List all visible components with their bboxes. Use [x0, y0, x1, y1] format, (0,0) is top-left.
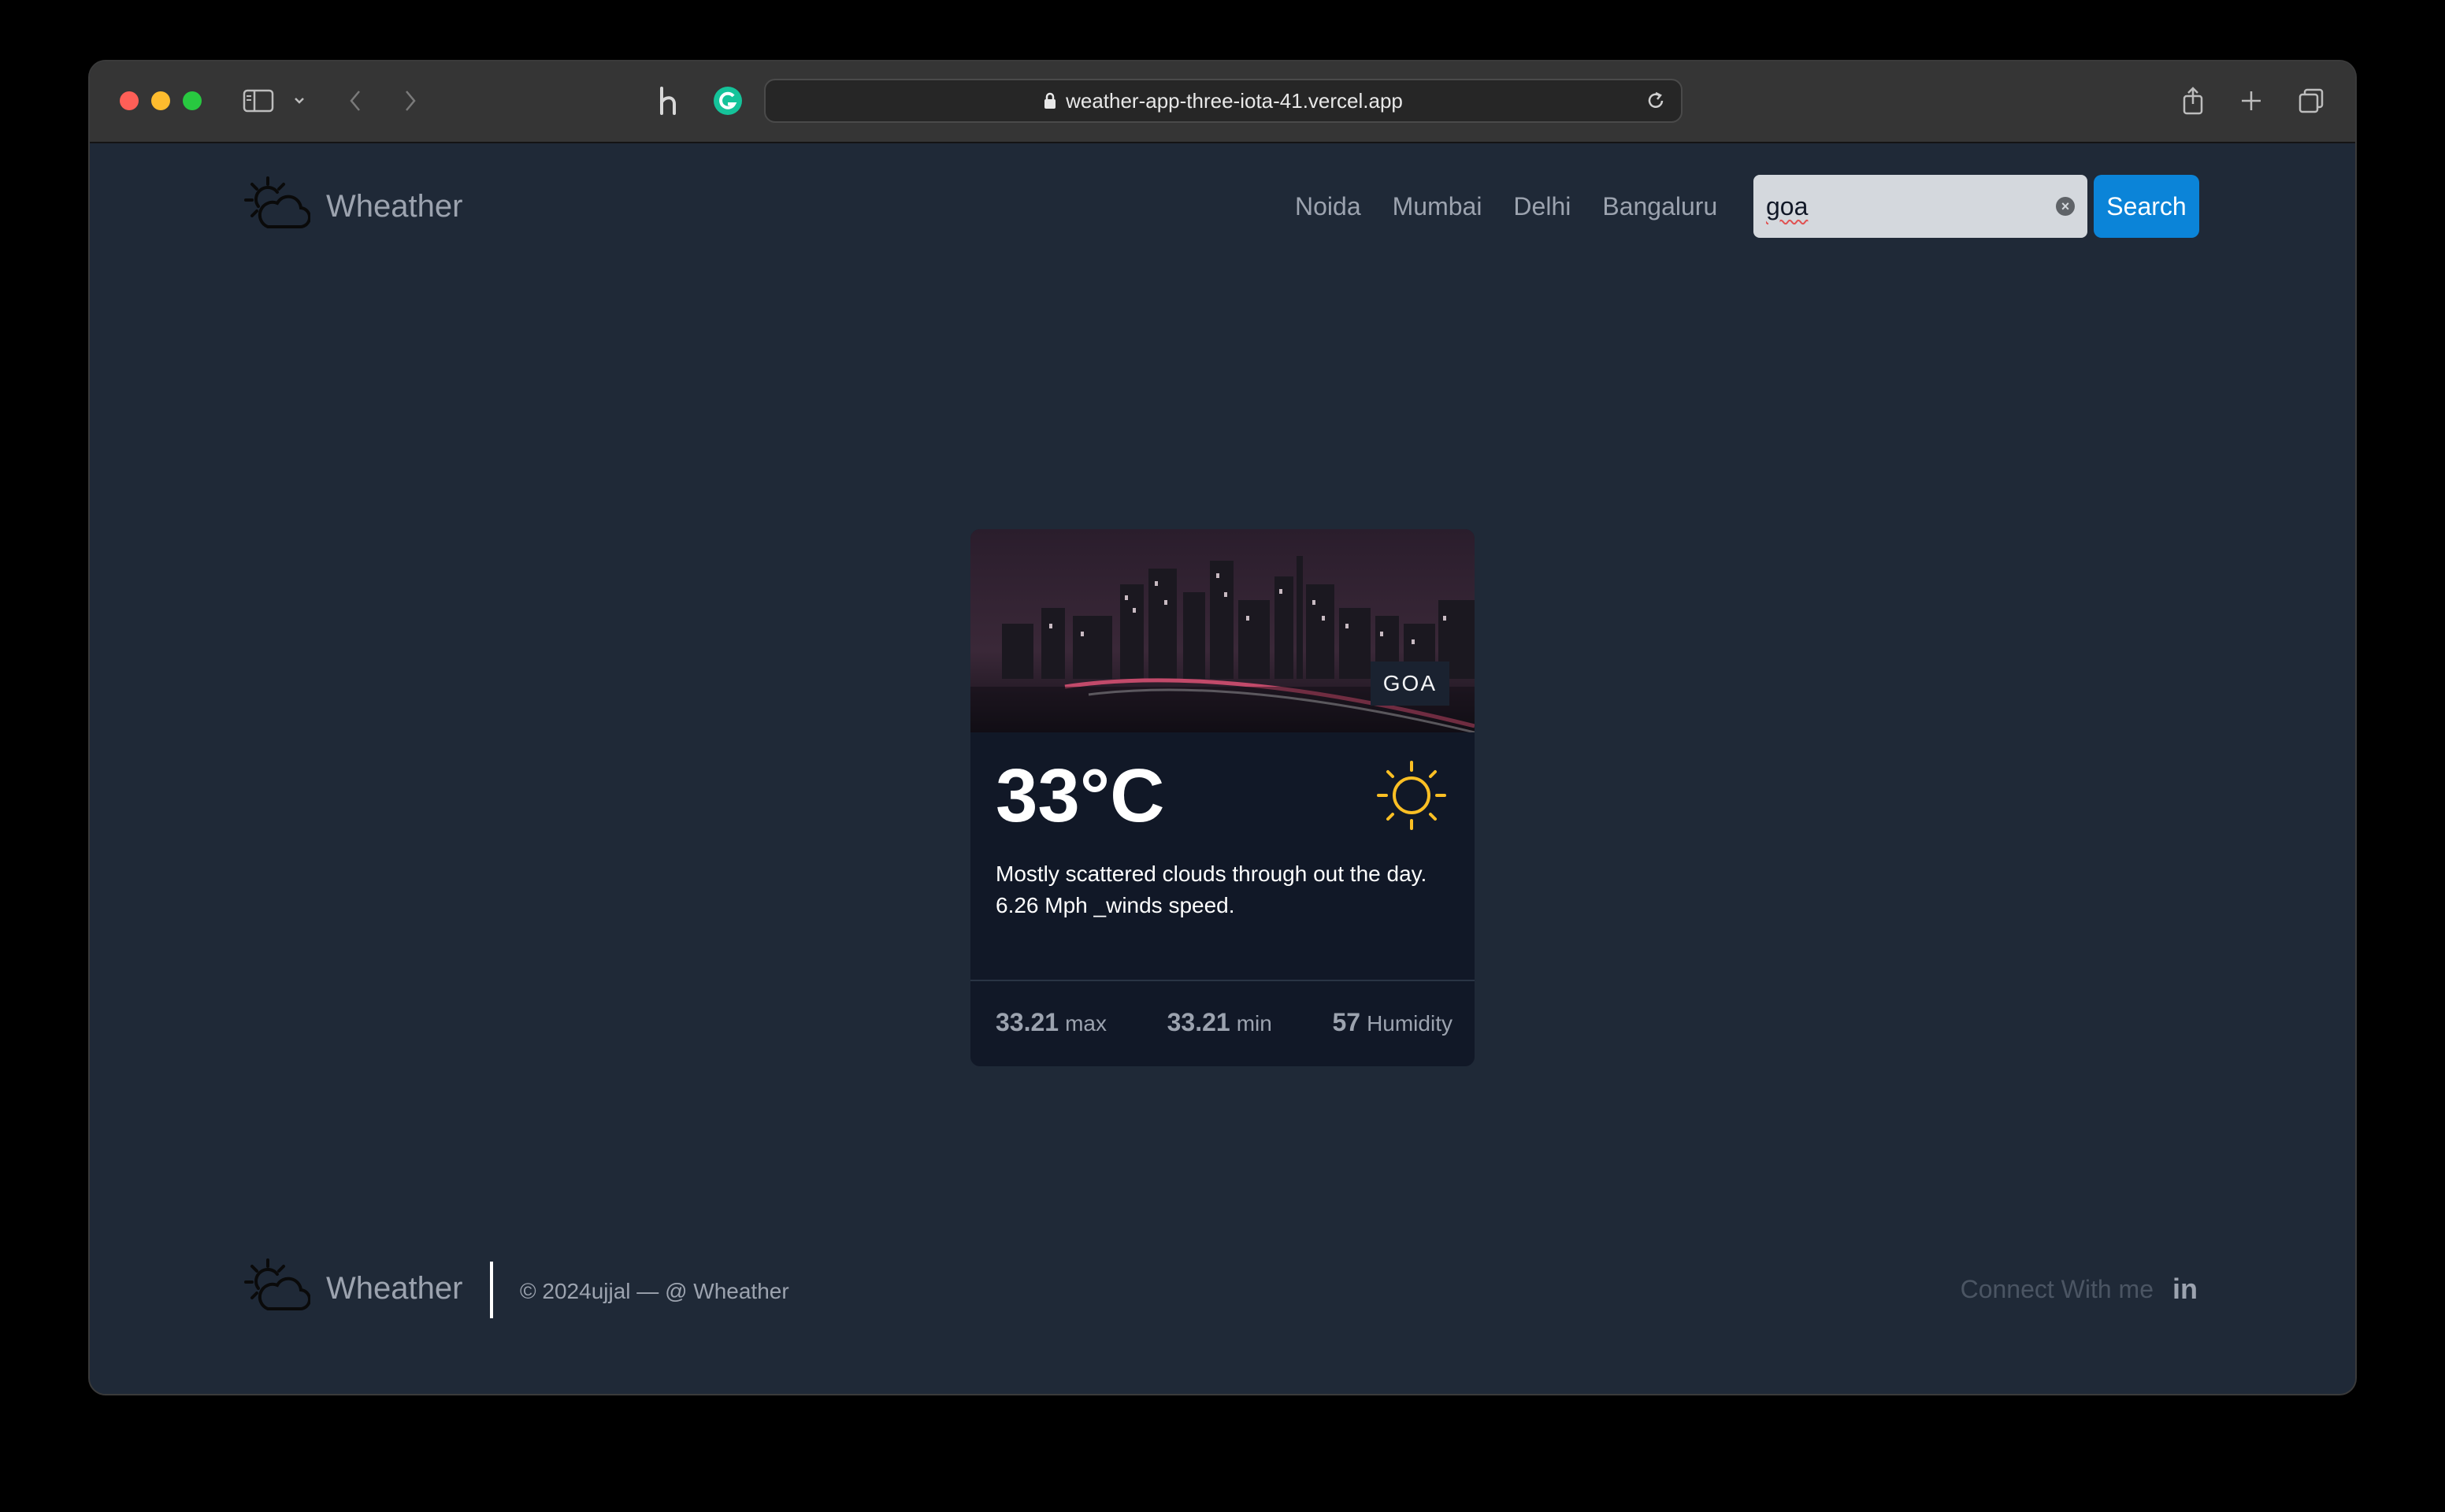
nav-link-bangaluru[interactable]: Bangaluru [1602, 189, 1717, 224]
close-window-button[interactable] [120, 91, 139, 110]
search-input[interactable]: goa × [1753, 175, 2087, 238]
cloud-sun-icon [244, 175, 311, 239]
footer-logo[interactable]: Wheather [244, 1257, 462, 1321]
share-icon[interactable] [2179, 83, 2207, 118]
city-nav: Noida Mumbai Delhi Bangaluru [1295, 189, 1749, 224]
humidity-stat: 57 Humidity [1332, 1008, 1453, 1037]
card-divider [970, 980, 1475, 981]
cloud-sun-icon [244, 1257, 311, 1321]
tab-overview-icon[interactable] [2295, 83, 2327, 118]
minimize-window-button[interactable] [151, 91, 170, 110]
grammarly-extension-icon[interactable] [710, 83, 745, 118]
honey-extension-icon[interactable] [652, 83, 684, 118]
new-tab-icon[interactable] [2237, 83, 2265, 118]
city-badge: GOA [1370, 662, 1449, 706]
copyright-text: © 2024ujjal — @ Wheather [520, 1279, 789, 1303]
min-temp-label: min [1236, 1011, 1272, 1036]
nav-link-delhi[interactable]: Delhi [1513, 189, 1571, 224]
forward-arrow-icon[interactable] [399, 83, 422, 118]
weather-stats: 33.21 max 33.21 min 57 Humidity [996, 1008, 1453, 1037]
weather-description: Mostly scattered clouds through out the … [996, 858, 1437, 921]
navbar-logo[interactable]: Wheather [244, 175, 462, 239]
lock-icon [1044, 92, 1056, 109]
wind-speed-text: 6.26 Mph _winds speed. [996, 893, 1235, 917]
logo-text: Wheather [326, 189, 463, 224]
clear-search-icon[interactable]: × [2056, 197, 2075, 216]
nav-link-mumbai[interactable]: Mumbai [1393, 189, 1482, 224]
browser-window: weather-app-three-iota-41.vercel.app Whe… [90, 61, 2355, 1394]
search-button[interactable]: Search [2094, 175, 2199, 238]
footer-divider [490, 1262, 493, 1318]
max-temp-stat: 33.21 max [996, 1008, 1107, 1037]
min-temp-value: 33.21 [1167, 1008, 1230, 1036]
humidity-value: 57 [1332, 1008, 1361, 1036]
back-arrow-icon[interactable] [343, 83, 367, 118]
chevron-down-icon[interactable] [291, 83, 307, 118]
min-temp-stat: 33.21 min [1167, 1008, 1272, 1037]
humidity-label: Humidity [1367, 1011, 1453, 1036]
web-page: Wheather Noida Mumbai Delhi Bangaluru go… [90, 143, 2355, 1394]
nav-link-noida[interactable]: Noida [1295, 189, 1361, 224]
footer-logo-text: Wheather [326, 1271, 463, 1306]
connect-section: Connect With me in [1961, 1273, 2198, 1306]
browser-toolbar: weather-app-three-iota-41.vercel.app [90, 61, 2355, 143]
sun-icon [1374, 758, 1449, 837]
maximize-window-button[interactable] [183, 91, 202, 110]
sidebar-toggle-icon[interactable] [241, 83, 276, 118]
max-temp-label: max [1065, 1011, 1107, 1036]
url-text: weather-app-three-iota-41.vercel.app [1066, 88, 1403, 113]
reload-icon[interactable] [1645, 90, 1667, 117]
condition-text: Mostly scattered clouds through out the … [996, 862, 1427, 886]
address-bar[interactable]: weather-app-three-iota-41.vercel.app [764, 79, 1683, 123]
max-temp-value: 33.21 [996, 1008, 1059, 1036]
temperature: 33°C [996, 754, 1165, 838]
search-input-value: goa [1766, 191, 1809, 220]
weather-card: GOA 33°C Mostly scattered clouds through… [970, 529, 1475, 1066]
linkedin-icon[interactable]: in [2172, 1273, 2198, 1306]
connect-text: Connect With me [1960, 1274, 2154, 1303]
